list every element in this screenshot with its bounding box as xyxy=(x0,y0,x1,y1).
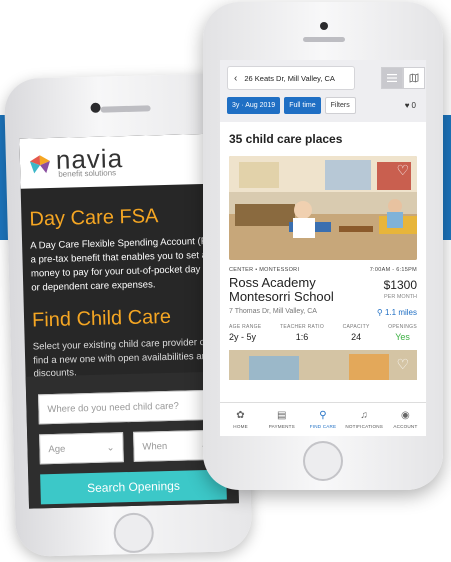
classroom-photo-icon xyxy=(229,156,417,260)
stat-value: 2y - 5y xyxy=(229,331,257,342)
filters-button[interactable]: Filters xyxy=(324,97,356,114)
home-button[interactable] xyxy=(303,441,343,481)
stat-openings: OPENINGS Yes xyxy=(388,324,417,342)
search-icon: ⚲ xyxy=(319,410,327,421)
map-view-button[interactable] xyxy=(403,67,425,89)
stat-label: OPENINGS xyxy=(388,323,417,330)
stat-teacher-ratio: TEACHER RATIO 1:6 xyxy=(280,324,324,342)
bottom-tab-bar: ✿ HOME ▤ PAYMENTS ⚲ FIND CARE ♫ NOTIFICA… xyxy=(220,402,426,436)
account-icon: ◉ xyxy=(400,410,410,421)
home-icon: ✿ xyxy=(236,410,245,421)
stat-value: 24 xyxy=(351,331,362,342)
listing-price: $1300 PER MONTH xyxy=(384,276,417,305)
listing-name[interactable]: Ross Academy Montesorri School xyxy=(229,275,334,305)
listing-name-line: Ross Academy xyxy=(229,275,316,290)
front-camera xyxy=(90,102,101,113)
navia-logo: navia benefit solutions xyxy=(56,143,124,179)
location-placeholder: Where do you need child care? xyxy=(47,400,180,415)
address-selector[interactable]: ‹ 26 Keats Dr, Mill Valley, CA xyxy=(227,66,355,90)
favorites-count: 0 xyxy=(411,101,416,110)
listing-address: 7 Thomas Dr, Mill Valley, CA xyxy=(229,307,317,315)
listing-distance: ⚲ 1.1 miles xyxy=(377,308,417,317)
tab-label: ACCOUNT xyxy=(393,424,418,429)
chevron-down-icon: ⌄ xyxy=(106,441,115,454)
bell-icon: ♫ xyxy=(360,410,369,421)
tab-account[interactable]: ◉ ACCOUNT xyxy=(385,403,426,436)
age-filter-chip[interactable]: 3y · Aug 2019 xyxy=(227,97,281,114)
logo-subtitle: benefit solutions xyxy=(58,168,117,179)
search-openings-button[interactable]: Search Openings xyxy=(40,469,227,505)
classroom-photo-icon xyxy=(229,349,417,380)
earpiece-speaker xyxy=(100,105,151,113)
list-view-button[interactable] xyxy=(381,67,403,89)
location-pin-icon: ⚲ xyxy=(376,307,383,317)
listing-photo[interactable]: ♡ xyxy=(229,156,417,260)
favorites-counter[interactable]: ♥ 0 xyxy=(405,101,419,110)
chevron-left-icon[interactable]: ‹ xyxy=(234,73,237,84)
childcare-screen: ‹ 26 Keats Dr, Mill Valley, CA 3y · Aug … xyxy=(220,60,426,436)
listing-hours: 7:00AM - 6:15PM xyxy=(369,267,417,273)
address-text: 26 Keats Dr, Mill Valley, CA xyxy=(244,73,335,83)
when-label: When xyxy=(142,440,168,453)
distance-value: 1.1 miles xyxy=(384,307,417,317)
tab-payments[interactable]: ▤ PAYMENTS xyxy=(261,403,302,436)
payments-icon: ▤ xyxy=(276,410,287,421)
front-camera xyxy=(320,22,328,30)
list-icon xyxy=(387,74,397,82)
tab-label: NOTIFICATIONS xyxy=(345,424,384,429)
stat-age-range: AGE RANGE 2y - 5y xyxy=(229,324,261,342)
tab-home[interactable]: ✿ HOME xyxy=(220,403,261,436)
listing-name-line: Montesorri School xyxy=(229,289,334,305)
listing-stats: AGE RANGE 2y - 5y TEACHER RATIO 1:6 CAPA… xyxy=(229,324,417,342)
home-button[interactable] xyxy=(113,512,155,554)
map-icon xyxy=(409,73,419,83)
phone-childcare: ‹ 26 Keats Dr, Mill Valley, CA 3y · Aug … xyxy=(203,2,443,490)
stat-label: CAPACITY xyxy=(342,323,370,330)
fsa-heading: Day Care FSA xyxy=(29,205,159,231)
favorite-heart-icon[interactable]: ♡ xyxy=(396,356,409,373)
location-input[interactable]: Where do you need child care? xyxy=(38,389,225,425)
tab-label: PAYMENTS xyxy=(268,424,295,429)
find-care-heading: Find Child Care xyxy=(31,305,172,332)
favorite-heart-icon[interactable]: ♡ xyxy=(396,162,409,179)
results-list: 35 child care places ♡ CENTER • MONTESSO… xyxy=(220,122,426,380)
fsa-description: A Day Care Flexible Spending Account (FS… xyxy=(30,234,225,295)
results-title: 35 child care places xyxy=(229,132,343,146)
price-value: $1300 xyxy=(383,278,417,292)
tab-label: FIND CARE xyxy=(309,424,337,429)
tab-label: HOME xyxy=(233,424,248,429)
stat-capacity: CAPACITY 24 xyxy=(343,324,370,342)
heart-icon: ♥ xyxy=(404,101,410,110)
stat-label: TEACHER RATIO xyxy=(279,323,325,330)
age-select[interactable]: Age ⌄ xyxy=(39,432,124,465)
stat-value: 1:6 xyxy=(295,331,309,342)
price-unit: PER MONTH xyxy=(384,294,417,300)
schedule-filter-chip[interactable]: Full time xyxy=(284,97,321,114)
navia-header: navia benefit solutions xyxy=(19,133,231,189)
stat-label: AGE RANGE xyxy=(229,323,262,330)
tab-find-care[interactable]: ⚲ FIND CARE xyxy=(302,403,343,436)
listing-photo-next[interactable]: ♡ xyxy=(229,349,417,380)
navia-logo-icon xyxy=(28,151,53,176)
earpiece-speaker xyxy=(303,37,345,42)
view-toggle xyxy=(381,67,425,89)
listing-category: CENTER • MONTESSORI xyxy=(229,267,300,273)
age-label: Age xyxy=(48,443,66,455)
tab-notifications[interactable]: ♫ NOTIFICATIONS xyxy=(344,403,385,436)
search-header: ‹ 26 Keats Dr, Mill Valley, CA 3y · Aug … xyxy=(220,60,426,122)
stat-value: Yes xyxy=(395,331,410,342)
